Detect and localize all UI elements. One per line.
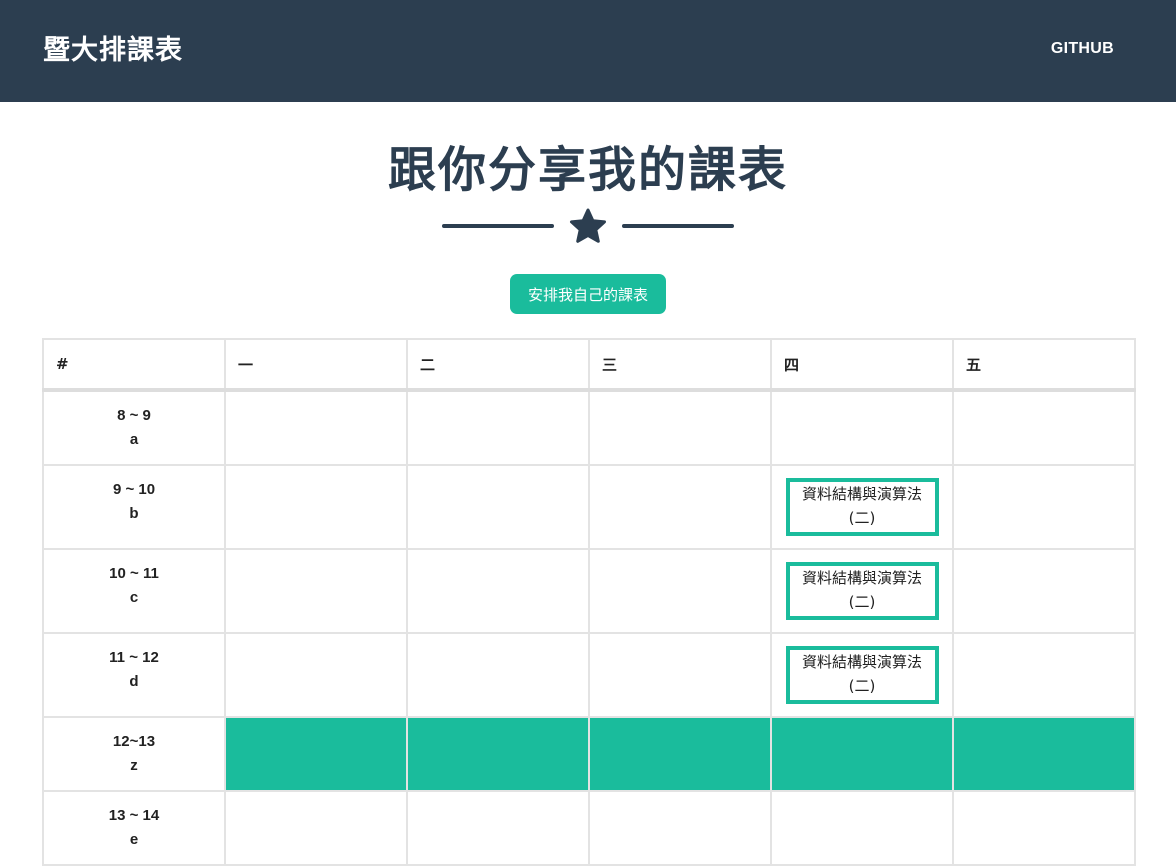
navbar: 暨大排課表 GITHUB (0, 0, 1176, 102)
header-thursday: 四 (770, 338, 954, 392)
course-slot[interactable]: 資料結構與演算法(二) (770, 464, 954, 550)
divider-line-right (622, 224, 734, 228)
header-friday: 五 (952, 338, 1136, 392)
period-time: 9 ~ 10 (112, 481, 156, 498)
star-divider (442, 208, 734, 244)
brand-title[interactable]: 暨大排課表 (43, 28, 183, 67)
course-slot[interactable] (770, 790, 954, 866)
lunch-break-slot (588, 716, 772, 792)
period-cell: 12~13 z (42, 716, 226, 792)
github-link[interactable]: GITHUB (1051, 40, 1114, 58)
course-slot[interactable] (588, 464, 772, 550)
period-code: b (129, 505, 139, 522)
period-cell: 10 ~ 11 c (42, 548, 226, 634)
course-slot[interactable] (588, 632, 772, 718)
table-row: 13 ~ 14 e (42, 790, 1136, 866)
course-block[interactable]: 資料結構與演算法(二) (785, 646, 939, 704)
period-time: 12~13 (112, 733, 156, 750)
course-block[interactable]: 資料結構與演算法(二) (785, 478, 939, 536)
course-slot[interactable] (952, 790, 1136, 866)
course-slot[interactable] (952, 548, 1136, 634)
period-code: e (129, 831, 139, 848)
course-slot[interactable] (406, 389, 590, 466)
header-monday: 一 (224, 338, 408, 392)
table-row: 11 ~ 12 d 資料結構與演算法(二) (42, 632, 1136, 718)
course-slot[interactable]: 資料結構與演算法(二) (770, 632, 954, 718)
lunch-break-slot (224, 716, 408, 792)
course-block[interactable]: 資料結構與演算法(二) (785, 562, 939, 620)
course-slot[interactable] (224, 790, 408, 866)
course-slot[interactable] (406, 790, 590, 866)
table-row: 10 ~ 11 c 資料結構與演算法(二) (42, 548, 1136, 634)
period-code: c (129, 589, 139, 606)
timetable: # 一 二 三 四 五 8 ~ 9 a 9 ~ 10 b 資料結構與演算法(二)… (42, 338, 1136, 866)
course-slot[interactable] (588, 548, 772, 634)
lunch-row: 12~13 z (42, 716, 1136, 792)
course-slot[interactable] (406, 632, 590, 718)
timetable-header-row: # 一 二 三 四 五 (42, 338, 1136, 392)
course-slot[interactable]: 資料結構與演算法(二) (770, 548, 954, 634)
header-tuesday: 二 (406, 338, 590, 392)
period-code: z (130, 757, 138, 774)
star-icon (570, 208, 606, 243)
lunch-break-slot (406, 716, 590, 792)
lunch-break-slot (770, 716, 954, 792)
course-slot[interactable] (588, 389, 772, 466)
course-slot[interactable] (224, 389, 408, 466)
course-slot[interactable] (770, 389, 954, 466)
page-title: 跟你分享我的課表 (387, 142, 788, 198)
course-slot[interactable] (588, 790, 772, 866)
course-slot[interactable] (952, 464, 1136, 550)
period-cell: 8 ~ 9 a (42, 389, 226, 466)
period-cell: 13 ~ 14 e (42, 790, 226, 866)
period-time: 13 ~ 14 (108, 807, 160, 824)
period-code: d (129, 673, 139, 690)
course-slot[interactable] (952, 389, 1136, 466)
course-slot[interactable] (406, 464, 590, 550)
course-slot[interactable] (406, 548, 590, 634)
course-slot[interactable] (224, 464, 408, 550)
lunch-break-slot (952, 716, 1136, 792)
table-row: 8 ~ 9 a (42, 389, 1136, 466)
course-slot[interactable] (952, 632, 1136, 718)
header-period: # (42, 338, 226, 392)
table-row: 9 ~ 10 b 資料結構與演算法(二) (42, 464, 1136, 550)
period-time: 8 ~ 9 (117, 407, 151, 424)
period-cell: 11 ~ 12 d (42, 632, 226, 718)
course-slot[interactable] (224, 632, 408, 718)
period-code: a (129, 431, 139, 448)
course-slot[interactable] (224, 548, 408, 634)
period-time: 10 ~ 11 (109, 565, 159, 582)
period-time: 11 ~ 12 (109, 649, 159, 666)
header-wednesday: 三 (588, 338, 772, 392)
arrange-my-schedule-button[interactable]: 安排我自己的課表 (510, 274, 666, 314)
divider-line-left (442, 224, 554, 228)
period-cell: 9 ~ 10 b (42, 464, 226, 550)
